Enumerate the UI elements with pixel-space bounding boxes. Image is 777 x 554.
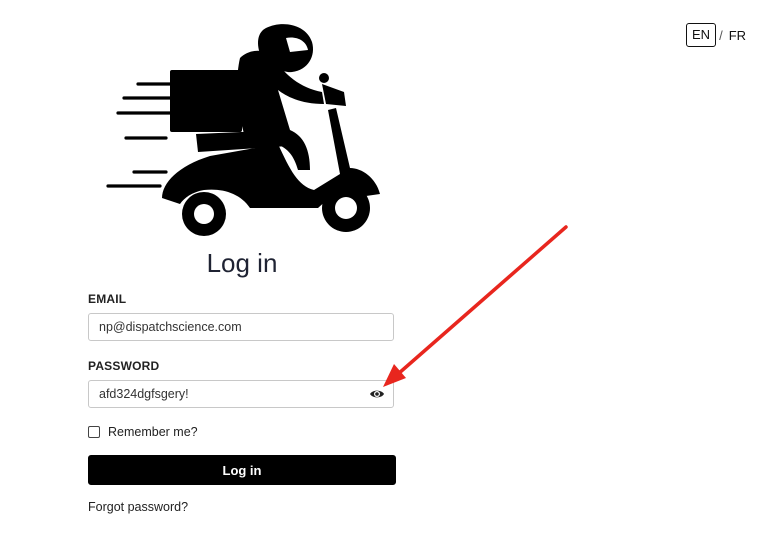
remember-me: Remember me? bbox=[88, 425, 198, 439]
language-fr-option[interactable]: FR bbox=[729, 28, 746, 43]
remember-me-label[interactable]: Remember me? bbox=[108, 425, 198, 439]
login-page: EN / FR Log in EMAIL np@dispatchscience.… bbox=[0, 0, 777, 554]
language-switcher: EN / FR bbox=[686, 23, 746, 47]
language-separator: / bbox=[719, 27, 723, 43]
delivery-box-icon bbox=[170, 70, 242, 132]
forgot-password-link[interactable]: Forgot password? bbox=[88, 500, 188, 514]
email-field[interactable] bbox=[88, 313, 394, 341]
password-label: PASSWORD bbox=[88, 359, 160, 373]
email-label: EMAIL bbox=[88, 292, 127, 306]
login-button[interactable]: Log in bbox=[88, 455, 396, 485]
speed-lines bbox=[106, 82, 174, 188]
remember-me-checkbox[interactable] bbox=[88, 426, 100, 438]
eye-icon[interactable] bbox=[369, 387, 385, 401]
delivery-scooter-icon bbox=[106, 24, 380, 236]
page-title: Log in bbox=[206, 248, 278, 278]
password-field[interactable] bbox=[88, 380, 394, 408]
language-en-option[interactable]: EN bbox=[686, 23, 717, 47]
